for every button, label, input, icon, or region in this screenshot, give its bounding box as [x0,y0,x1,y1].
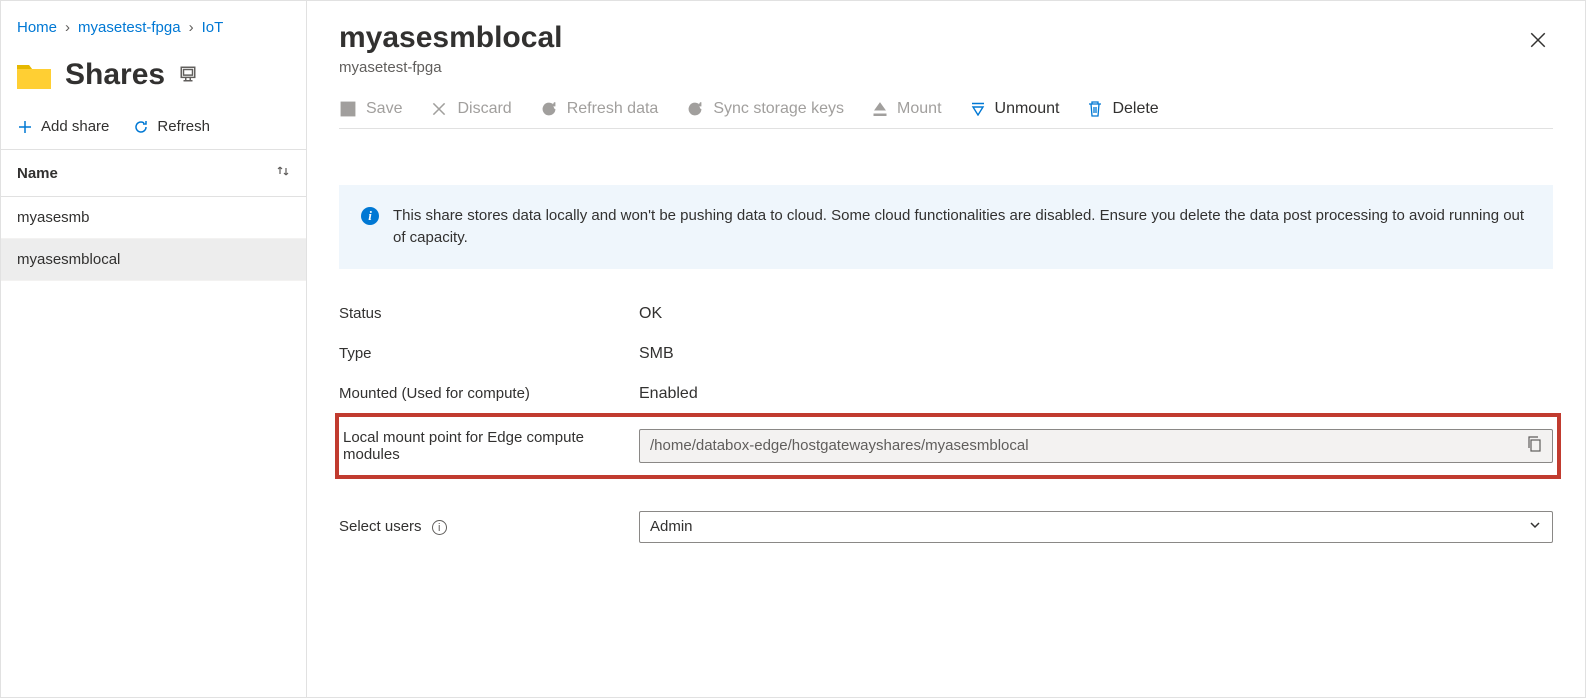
refresh-label: Refresh [157,118,210,135]
left-panel: Home › myasetest-fpga › IoT Shares [1,1,307,697]
info-banner: i This share stores data locally and won… [339,185,1553,269]
page-title: Shares [65,58,165,92]
breadcrumb: Home › myasetest-fpga › IoT [1,11,306,50]
add-share-button[interactable]: Add share [17,118,109,135]
mount-button: Mount [872,100,941,118]
add-share-label: Add share [41,118,109,135]
select-users-label: Select users i [339,518,639,535]
sort-icon[interactable] [276,164,290,182]
select-users-value: Admin [650,518,693,535]
prop-mounted: Mounted (Used for compute) Enabled [339,385,1553,403]
delete-label: Delete [1112,100,1158,118]
mount-point-field: /home/databox-edge/hostgatewayshares/mya… [639,429,1553,463]
left-header: Shares [1,50,306,112]
status-label: Status [339,305,639,322]
unmount-button[interactable]: Unmount [970,100,1060,118]
status-value: OK [639,305,1553,323]
save-label: Save [366,100,402,118]
mounted-value: Enabled [639,385,1553,403]
detail-panel: myasesmblocal myasetest-fpga Save Discar… [307,1,1585,697]
mounted-label: Mounted (Used for compute) [339,385,639,402]
type-value: SMB [639,345,1553,363]
detail-toolbar: Save Discard Refresh data Sync storage k… [339,100,1553,129]
discard-label: Discard [457,100,511,118]
share-row[interactable]: myasesmb [1,197,306,239]
folder-icon [17,61,51,89]
breadcrumb-home[interactable]: Home [17,19,57,36]
prop-type: Type SMB [339,345,1553,363]
info-icon: i [361,207,379,225]
info-inline-icon[interactable]: i [432,520,447,535]
col-name: Name [17,165,58,182]
prop-status: Status OK [339,305,1553,323]
breadcrumb-sep-icon: › [65,19,70,36]
sync-keys-button: Sync storage keys [686,100,844,118]
detail-title: myasesmblocal [339,21,1553,55]
mount-label: Mount [897,100,941,118]
share-row[interactable]: myasesmblocal [1,239,306,281]
prop-mount-point: Local mount point for Edge compute modul… [335,413,1561,479]
refresh-data-label: Refresh data [567,100,659,118]
list-header[interactable]: Name [1,150,306,197]
mount-point-value: /home/databox-edge/hostgatewayshares/mya… [650,437,1029,454]
info-text: This share stores data locally and won't… [393,205,1531,249]
breadcrumb-trailing[interactable]: IoT [202,19,224,36]
save-button: Save [339,100,402,118]
select-users-label-text: Select users [339,518,422,535]
select-users-dropdown[interactable]: Admin [639,511,1553,543]
chevron-down-icon [1528,518,1542,536]
type-label: Type [339,345,639,362]
discard-button: Discard [430,100,511,118]
delete-button[interactable]: Delete [1087,100,1158,118]
breadcrumb-sep-icon: › [189,19,194,36]
refresh-button[interactable]: Refresh [133,118,210,135]
mount-point-label: Local mount point for Edge compute modul… [339,429,639,463]
close-button[interactable] [1529,31,1547,52]
copy-icon[interactable] [1527,436,1542,456]
refresh-data-button: Refresh data [540,100,659,118]
sync-keys-label: Sync storage keys [713,100,844,118]
prop-select-users: Select users i Admin [339,511,1553,543]
breadcrumb-resource[interactable]: myasetest-fpga [78,19,181,36]
properties: Status OK Type SMB Mounted (Used for com… [339,305,1553,543]
detail-subtitle: myasetest-fpga [339,59,1553,76]
pin-icon[interactable] [179,65,197,86]
left-commands: Add share Refresh [1,112,306,150]
unmount-label: Unmount [995,100,1060,118]
